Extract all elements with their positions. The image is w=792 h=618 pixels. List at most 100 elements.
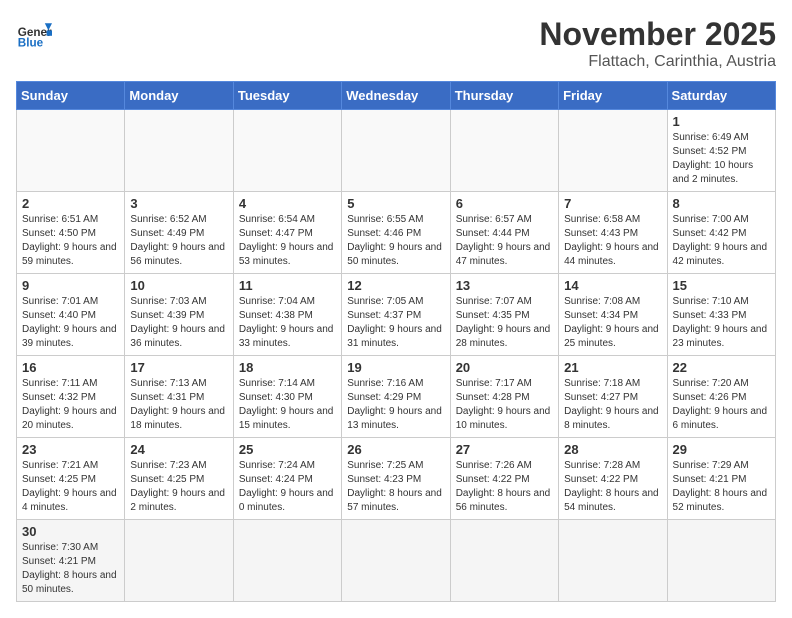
calendar-cell: 25 Sunrise: 7:24 AM Sunset: 4:24 PM Dayli… (233, 438, 341, 520)
calendar-cell: 14 Sunrise: 7:08 AM Sunset: 4:34 PM Dayli… (559, 274, 667, 356)
day-info: Sunrise: 7:08 AM Sunset: 4:34 PM Dayligh… (564, 295, 661, 351)
calendar-cell: 22Sunrise: 7:20 AM Sunset: 4:26 PM Dayli… (667, 356, 775, 438)
day-number: 7 (564, 196, 661, 211)
calendar-cell (450, 520, 558, 602)
day-info: Sunrise: 7:03 AM Sunset: 4:39 PM Dayligh… (130, 295, 227, 351)
calendar-cell (450, 110, 558, 192)
day-info: Sunrise: 6:54 AM Sunset: 4:47 PM Dayligh… (239, 213, 336, 269)
day-number: 15 (673, 278, 770, 293)
day-info: Sunrise: 7:23 AM Sunset: 4:25 PM Dayligh… (130, 459, 227, 515)
svg-text:Blue: Blue (18, 37, 44, 50)
calendar-cell: 26 Sunrise: 7:25 AM Sunset: 4:23 PM Dayli… (342, 438, 450, 520)
calendar-cell: 3 Sunrise: 6:52 AM Sunset: 4:49 PM Daylig… (125, 192, 233, 274)
page-header: General Blue November 2025 Flattach, Car… (16, 16, 776, 71)
day-info: Sunrise: 6:49 AM Sunset: 4:52 PM Dayligh… (673, 131, 770, 187)
day-info: Sunrise: 6:51 AM Sunset: 4:50 PM Dayligh… (22, 213, 119, 269)
day-number: 21 (564, 360, 661, 375)
day-info: Sunrise: 7:21 AM Sunset: 4:25 PM Dayligh… (22, 459, 119, 515)
day-number: 24 (130, 442, 227, 457)
logo-icon: General Blue (16, 16, 52, 52)
calendar-cell (233, 520, 341, 602)
weekday-header-row: SundayMondayTuesdayWednesdayThursdayFrid… (17, 82, 776, 110)
calendar-week-row: 9 Sunrise: 7:01 AM Sunset: 4:40 PM Daylig… (17, 274, 776, 356)
day-number: 2 (22, 196, 119, 211)
day-info: Sunrise: 6:57 AM Sunset: 4:44 PM Dayligh… (456, 213, 553, 269)
day-number: 6 (456, 196, 553, 211)
day-number: 30 (22, 524, 119, 539)
calendar-cell (342, 110, 450, 192)
calendar-cell (125, 110, 233, 192)
calendar-cell (559, 520, 667, 602)
day-number: 10 (130, 278, 227, 293)
day-number: 8 (673, 196, 770, 211)
day-info: Sunrise: 7:28 AM Sunset: 4:22 PM Dayligh… (564, 459, 661, 515)
logo: General Blue (16, 16, 52, 52)
day-number: 11 (239, 278, 336, 293)
day-number: 27 (456, 442, 553, 457)
day-info: Sunrise: 7:25 AM Sunset: 4:23 PM Dayligh… (347, 459, 444, 515)
calendar-cell: 23Sunrise: 7:21 AM Sunset: 4:25 PM Dayli… (17, 438, 125, 520)
calendar-cell: 24 Sunrise: 7:23 AM Sunset: 4:25 PM Dayli… (125, 438, 233, 520)
day-info: Sunrise: 7:07 AM Sunset: 4:35 PM Dayligh… (456, 295, 553, 351)
day-number: 4 (239, 196, 336, 211)
calendar-cell (233, 110, 341, 192)
day-info: Sunrise: 7:14 AM Sunset: 4:30 PM Dayligh… (239, 377, 336, 433)
calendar-cell: 29 Sunrise: 7:29 AM Sunset: 4:21 PM Dayli… (667, 438, 775, 520)
day-info: Sunrise: 6:52 AM Sunset: 4:49 PM Dayligh… (130, 213, 227, 269)
calendar-title: November 2025 (539, 16, 776, 53)
day-number: 5 (347, 196, 444, 211)
day-info: Sunrise: 7:20 AM Sunset: 4:26 PM Dayligh… (673, 377, 770, 433)
weekday-header-sunday: Sunday (17, 82, 125, 110)
calendar-cell: 13 Sunrise: 7:07 AM Sunset: 4:35 PM Dayli… (450, 274, 558, 356)
day-info: Sunrise: 7:30 AM Sunset: 4:21 PM Dayligh… (22, 541, 119, 597)
weekday-header-saturday: Saturday (667, 82, 775, 110)
day-number: 26 (347, 442, 444, 457)
calendar-week-row: 2 Sunrise: 6:51 AM Sunset: 4:50 PM Daylig… (17, 192, 776, 274)
calendar-week-row: 16 Sunrise: 7:11 AM Sunset: 4:32 PM Dayli… (17, 356, 776, 438)
calendar-cell: 27 Sunrise: 7:26 AM Sunset: 4:22 PM Dayli… (450, 438, 558, 520)
day-info: Sunrise: 7:26 AM Sunset: 4:22 PM Dayligh… (456, 459, 553, 515)
calendar-cell (667, 520, 775, 602)
day-number: 3 (130, 196, 227, 211)
calendar-cell: 1Sunrise: 6:49 AM Sunset: 4:52 PM Daylig… (667, 110, 775, 192)
calendar-cell (559, 110, 667, 192)
day-info: Sunrise: 7:16 AM Sunset: 4:29 PM Dayligh… (347, 377, 444, 433)
calendar-cell: 6 Sunrise: 6:57 AM Sunset: 4:44 PM Daylig… (450, 192, 558, 274)
title-section: November 2025 Flattach, Carinthia, Austr… (539, 16, 776, 71)
calendar-cell (342, 520, 450, 602)
day-number: 14 (564, 278, 661, 293)
calendar-cell: 16 Sunrise: 7:11 AM Sunset: 4:32 PM Dayli… (17, 356, 125, 438)
calendar-subtitle: Flattach, Carinthia, Austria (539, 53, 776, 71)
day-info: Sunrise: 7:13 AM Sunset: 4:31 PM Dayligh… (130, 377, 227, 433)
weekday-header-friday: Friday (559, 82, 667, 110)
day-info: Sunrise: 7:18 AM Sunset: 4:27 PM Dayligh… (564, 377, 661, 433)
day-number: 19 (347, 360, 444, 375)
calendar-cell: 11 Sunrise: 7:04 AM Sunset: 4:38 PM Dayli… (233, 274, 341, 356)
day-info: Sunrise: 7:01 AM Sunset: 4:40 PM Dayligh… (22, 295, 119, 351)
day-info: Sunrise: 7:29 AM Sunset: 4:21 PM Dayligh… (673, 459, 770, 515)
weekday-header-tuesday: Tuesday (233, 82, 341, 110)
day-info: Sunrise: 7:11 AM Sunset: 4:32 PM Dayligh… (22, 377, 119, 433)
calendar-cell: 7Sunrise: 6:58 AM Sunset: 4:43 PM Daylig… (559, 192, 667, 274)
calendar-cell: 9 Sunrise: 7:01 AM Sunset: 4:40 PM Daylig… (17, 274, 125, 356)
calendar-cell: 18 Sunrise: 7:14 AM Sunset: 4:30 PM Dayli… (233, 356, 341, 438)
day-number: 9 (22, 278, 119, 293)
day-info: Sunrise: 7:24 AM Sunset: 4:24 PM Dayligh… (239, 459, 336, 515)
day-number: 25 (239, 442, 336, 457)
day-number: 18 (239, 360, 336, 375)
day-number: 20 (456, 360, 553, 375)
day-number: 29 (673, 442, 770, 457)
day-number: 13 (456, 278, 553, 293)
calendar-cell: 2 Sunrise: 6:51 AM Sunset: 4:50 PM Daylig… (17, 192, 125, 274)
day-info: Sunrise: 7:17 AM Sunset: 4:28 PM Dayligh… (456, 377, 553, 433)
weekday-header-monday: Monday (125, 82, 233, 110)
calendar-week-row: 30 Sunrise: 7:30 AM Sunset: 4:21 PM Dayli… (17, 520, 776, 602)
day-info: Sunrise: 7:10 AM Sunset: 4:33 PM Dayligh… (673, 295, 770, 351)
day-info: Sunrise: 7:04 AM Sunset: 4:38 PM Dayligh… (239, 295, 336, 351)
calendar-cell: 28Sunrise: 7:28 AM Sunset: 4:22 PM Dayli… (559, 438, 667, 520)
calendar-cell: 4 Sunrise: 6:54 AM Sunset: 4:47 PM Daylig… (233, 192, 341, 274)
day-info: Sunrise: 6:55 AM Sunset: 4:46 PM Dayligh… (347, 213, 444, 269)
day-number: 16 (22, 360, 119, 375)
calendar-cell: 20 Sunrise: 7:17 AM Sunset: 4:28 PM Dayli… (450, 356, 558, 438)
day-number: 17 (130, 360, 227, 375)
